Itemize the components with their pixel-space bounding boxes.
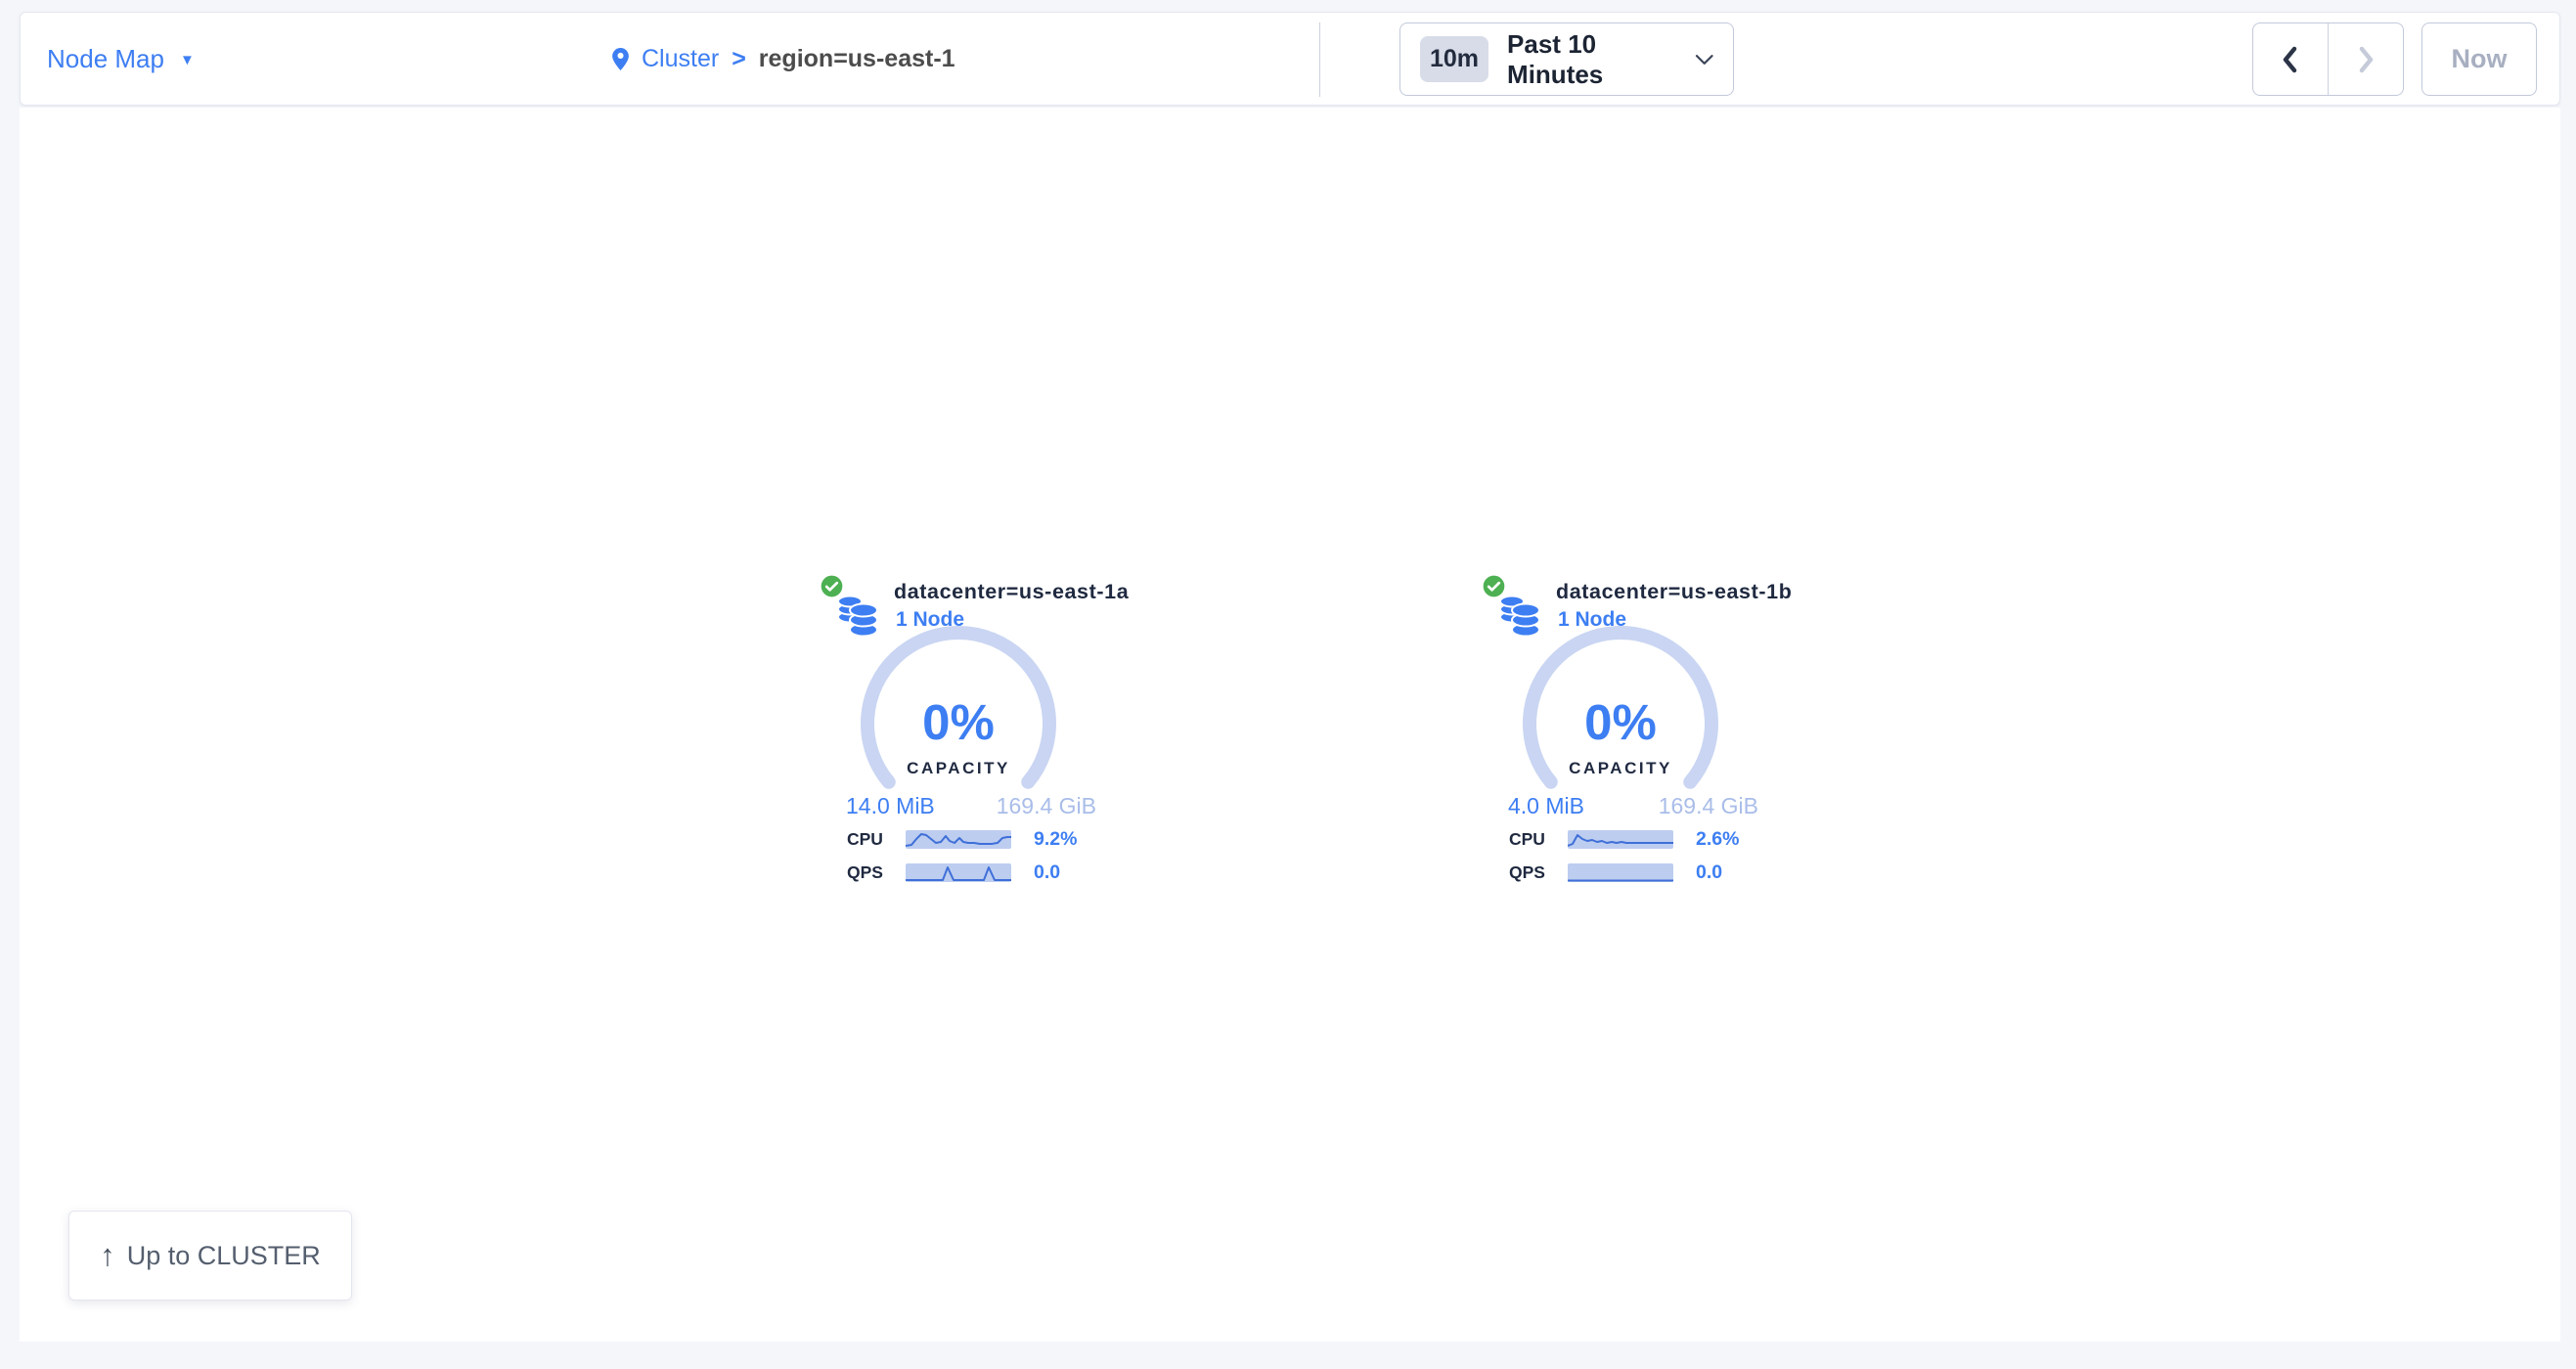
qps-sparkline: [906, 863, 1011, 882]
chevron-left-icon: [2278, 44, 2303, 75]
top-toolbar: Node Map ▼ Cluster > region=us-east-1 10…: [20, 12, 2560, 106]
time-range-badge: 10m: [1420, 36, 1488, 82]
chevron-right-icon: [2353, 44, 2378, 75]
qps-label: QPS: [847, 862, 906, 883]
capacity-percent: 0%: [1523, 693, 1718, 751]
caret-down-icon: ▼: [180, 49, 195, 68]
capacity-total: 169.4 GiB: [1659, 793, 1758, 819]
datacenter-card-us-east-1a[interactable]: datacenter=us-east-1a 1 Node 0% CAPACITY…: [820, 572, 1157, 895]
cpu-label: CPU: [847, 829, 906, 850]
capacity-used: 14.0 MiB: [846, 793, 935, 819]
cpu-metric-row: CPU 9.2%: [847, 828, 1077, 851]
qps-sparkline: [1568, 863, 1673, 882]
breadcrumb-separator: >: [732, 45, 746, 73]
cpu-metric-row: CPU 2.6%: [1509, 828, 1739, 851]
time-range-dropdown[interactable]: 10m Past 10 Minutes: [1399, 22, 1734, 96]
cpu-sparkline: [906, 830, 1011, 849]
cpu-label: CPU: [1509, 829, 1568, 850]
capacity-total: 169.4 GiB: [997, 793, 1096, 819]
cpu-value: 2.6%: [1696, 828, 1739, 851]
datacenter-title: datacenter=us-east-1a: [894, 580, 1129, 604]
capacity-used: 4.0 MiB: [1508, 793, 1584, 819]
datacenter-title: datacenter=us-east-1b: [1556, 580, 1792, 604]
capacity-percent: 0%: [861, 693, 1056, 751]
time-step-buttons: [2252, 22, 2404, 96]
time-step-back-button[interactable]: [2253, 23, 2328, 95]
up-to-cluster-button[interactable]: ↑ Up to CLUSTER: [68, 1211, 352, 1301]
cpu-sparkline: [1568, 830, 1673, 849]
arrow-up-icon: ↑: [100, 1238, 115, 1273]
capacity-range: 4.0 MiB 169.4 GiB: [1508, 793, 1758, 819]
capacity-label: CAPACITY: [1523, 759, 1718, 778]
qps-metric-row: QPS 0.0: [847, 861, 1060, 884]
node-map-canvas: datacenter=us-east-1a 1 Node 0% CAPACITY…: [20, 108, 2560, 1342]
view-selector-dropdown[interactable]: Node Map ▼: [47, 13, 195, 105]
location-pin-icon: [612, 48, 629, 70]
cpu-value: 9.2%: [1034, 828, 1077, 851]
qps-value: 0.0: [1034, 861, 1060, 884]
qps-label: QPS: [1509, 862, 1568, 883]
datacenter-card-us-east-1b[interactable]: datacenter=us-east-1b 1 Node 0% CAPACITY…: [1482, 572, 1819, 895]
breadcrumb-current-region: region=us-east-1: [759, 45, 955, 73]
capacity-range: 14.0 MiB 169.4 GiB: [846, 793, 1096, 819]
view-selector-label: Node Map: [47, 44, 164, 74]
capacity-label: CAPACITY: [861, 759, 1056, 778]
now-button[interactable]: Now: [2421, 22, 2537, 96]
toolbar-divider: [1319, 22, 1320, 97]
chevron-down-icon: [1695, 54, 1713, 66]
up-to-cluster-label: Up to CLUSTER: [127, 1241, 321, 1271]
breadcrumb-cluster-link[interactable]: Cluster: [642, 45, 719, 73]
breadcrumb: Cluster > region=us-east-1: [612, 13, 955, 105]
qps-metric-row: QPS 0.0: [1509, 861, 1722, 884]
time-range-label: Past 10 Minutes: [1507, 29, 1694, 90]
qps-value: 0.0: [1696, 861, 1722, 884]
time-step-forward-button[interactable]: [2328, 23, 2403, 95]
